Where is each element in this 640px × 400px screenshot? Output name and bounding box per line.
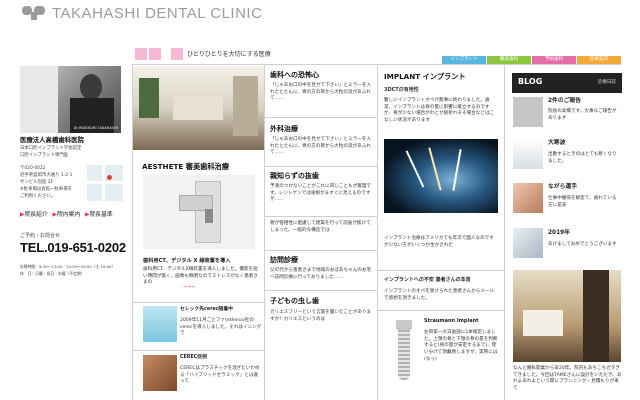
implant-mid-text: インプラント治療はアメリカでも年次で国人なのですが少ない方がいくつか生かされた	[384, 236, 494, 248]
implant-3dct-image	[384, 139, 498, 213]
office-hours: 診療時間：9:30〜13:00／14:30〜18:00（土 16:00）	[20, 264, 116, 269]
blog-entry-2-body: 出勤するときのはとても寒くなりました。	[548, 152, 617, 164]
blog-footer-text: なんと腰私開業から早20年。院内もあちこちガタきてきました。今回はTAMEさんに…	[513, 366, 622, 391]
blog-thumb-1	[513, 97, 543, 127]
implant-item2-title[interactable]: インプラントへの不安 患者さんの本音	[384, 277, 471, 284]
postal-code: 〒020-0022	[20, 166, 46, 171]
link-doctor-profile[interactable]: ▶院長紹介	[20, 212, 48, 218]
section-surgery-title[interactable]: 外科治療	[270, 125, 298, 134]
section-visit-body: 父の代から患者さまで地域のおばあちゃんのお宅へ訪問診療に行っておりました……	[270, 268, 372, 280]
implant-item2-body: インプラントのオペを受けられた患者さんからメールで感想を頂きました。	[384, 289, 495, 301]
section-kids-body: カリエスフリーという言葉を聞いたことがありますか？カリエスというのは	[270, 310, 372, 322]
section-visit-title[interactable]: 訪問診療	[270, 256, 298, 265]
implant-title[interactable]: IMPLANT インプラント	[384, 72, 466, 82]
aesthete-more-link[interactable]: →→→	[183, 285, 195, 291]
section-surgery-body: 「じゃあお口の中を見せて下さい」とミラーを入れたとたんに、胃の方の目から大粒の涙…	[270, 137, 372, 156]
cerec-item-2-title[interactable]: CEREC症例	[180, 355, 207, 361]
link-standards[interactable]: ▶院長基準	[85, 212, 113, 218]
parking-note: ※駐車場は会館一駐車場を	[20, 187, 72, 192]
aesthete-title[interactable]: AESTHETE 審美歯科治療	[142, 162, 229, 172]
cerec-thumb-2	[143, 355, 177, 391]
cerec-item-2-body: CERECはプラスチックを混ぜたいわゆる「ハイブリッドセラミック」とは違って	[180, 366, 260, 385]
blog-subtitle: 診療日誌	[597, 80, 616, 85]
link-clinic-tour[interactable]: ▶院内案内	[53, 212, 81, 218]
logo-text[interactable]: TAKAHASHI DENTAL CLINIC	[52, 4, 262, 24]
doctor-photo: Dr.HIDENORI TAKAHASHI	[20, 66, 121, 133]
tagline: ひとりひとりを大切にする医療	[187, 51, 271, 58]
section-misc-body: 親が管相性に配慮して建築を行って前歯が抜けてしまった。一般的な構造では	[270, 221, 371, 233]
straumann-body: 左目第一大日歯部に1本確定しました。上顎の骨と下顎の骨の量を判断すると(骨の量が…	[424, 330, 498, 362]
cerec-item-1-title[interactable]: セレック先cerec随着中	[180, 307, 233, 313]
blog-entry-3-title[interactable]: ながら運手	[548, 184, 577, 192]
straumann-implant-image	[386, 314, 422, 388]
blog-thumb-2	[513, 139, 543, 169]
blog-entry-4-title[interactable]: 2019年	[548, 230, 570, 238]
blog-title[interactable]: BLOG	[518, 77, 542, 88]
tab-implant[interactable]: インプラント	[442, 56, 486, 64]
profile-links: ▶院長紹介 ▶院内案内 ▶院長基準	[20, 212, 130, 222]
aesthete-body: 歯科用CT、デジタルX線装置を導入しました。撮影を短い時間が無く、画像も鮮明なの…	[143, 267, 258, 286]
blog-thumb-4	[513, 228, 543, 258]
building: サンビル別館 2F	[20, 180, 54, 185]
blog-entry-3-body: 仕事中腰病を解定て、疲れている方に是非	[548, 196, 617, 208]
flower-icon-2	[149, 48, 161, 60]
tab-prevention[interactable]: 予防歯科	[532, 56, 576, 64]
clinic-name: 医療法人高橋歯科医院	[20, 136, 84, 144]
blog-feature-photo	[513, 270, 621, 362]
blog-entry-1-title[interactable]: 2件のご報告	[548, 98, 581, 106]
blog-thumb-3	[513, 183, 543, 213]
straumann-title[interactable]: Straumann Implant	[424, 318, 479, 325]
logo-mark-icon	[22, 6, 45, 20]
flower-icon-1	[135, 48, 147, 60]
tab-clinic-info[interactable]: 診療案内	[577, 56, 621, 64]
header: TAKAHASHI DENTAL CLINIC	[0, 0, 640, 40]
aesthete-subtitle[interactable]: 歯科用CT、デジタル X 線装置を導入	[143, 258, 230, 265]
affiliation-2: 口腔インプラント専門医	[20, 153, 69, 158]
section-fear-body: 「じゃあお口の中を見せて下さい」とミラーを入れたとたんに、胃の方の目から大粒の涙…	[270, 83, 372, 102]
doctor-caption: Dr.HIDENORI TAKAHASHI	[73, 126, 118, 131]
parking-note-2: ご利用ください。	[20, 194, 56, 199]
section-kids-title[interactable]: 子どもの虫し歯	[270, 297, 319, 306]
phone-number[interactable]: TEL.019-651-0202	[20, 239, 126, 257]
tab-aesthetic[interactable]: 審美歯科	[487, 56, 531, 64]
flower-icon-3	[171, 48, 183, 60]
clinic-interior-photo	[133, 66, 264, 150]
blog-entry-1-body: 院長の高橋です。大事なご報告があります	[548, 109, 617, 121]
section-wisdom-title[interactable]: 親知らずの抜歯	[270, 172, 319, 181]
address: 岩手県盛岡市大通り 1-2-1	[20, 173, 73, 178]
section-wisdom-body: 予測のつかないことがこれに同じこともが無理です。レントゲンでは歯根がますぐに見え…	[270, 184, 372, 203]
ct-machine-photo	[143, 175, 255, 249]
implant-body: 難しいインプラントオペが無事に終わりました。通常、インプラントは骨の量に影響に確…	[384, 98, 495, 123]
implant-subtitle[interactable]: 3DCTの有用性	[384, 87, 419, 94]
access-map[interactable]	[87, 165, 123, 201]
cerec-thumb-1	[143, 306, 177, 342]
blog-header: BLOG 診療日誌	[512, 73, 622, 93]
blog-entry-2-title[interactable]: 大寒波	[548, 140, 565, 148]
cerec-item-1-body: 2009年11月ごとファ(ethena)社のcerecを導入しました。それはイニ…	[180, 318, 262, 337]
blog-entry-4-body: あけましておめでとうございます	[548, 242, 617, 247]
closed-days: 休 日：日曜・祝日・木曜（不定期）	[20, 271, 85, 276]
affiliation-1: 日本口腔インプラント学会認定	[20, 146, 82, 151]
section-fear-title[interactable]: 歯科への恐怖心	[270, 71, 319, 80]
